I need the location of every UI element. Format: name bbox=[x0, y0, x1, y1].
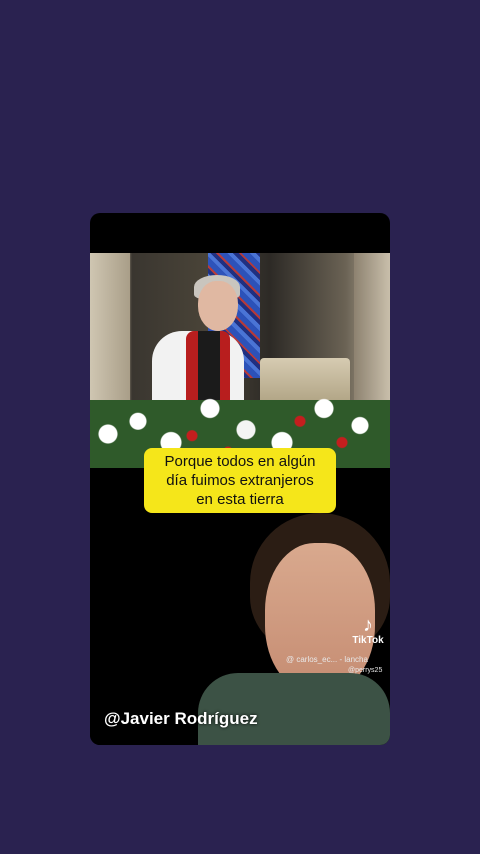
caption-line-2: día fuimos extranjeros bbox=[166, 472, 314, 489]
tiktok-brand: TikTok bbox=[352, 635, 384, 646]
caption-box: Porque todos en algún día fuimos extranj… bbox=[144, 448, 336, 513]
caption-line-3: en esta tierra bbox=[196, 491, 284, 508]
top-video-frame bbox=[90, 253, 390, 468]
watermark-handle: @ carlos_ec... - lancha bbox=[286, 655, 368, 664]
watermark-handle-secondary: @perrys25 bbox=[348, 667, 383, 674]
tiktok-icon: ♪ bbox=[363, 614, 373, 636]
page-background: { "caption": { "line1": "Porque todos en… bbox=[0, 0, 480, 854]
caption-line-1: Porque todos en algún bbox=[164, 453, 316, 470]
speaker-face bbox=[198, 281, 238, 331]
creator-handle[interactable]: @Javier Rodríguez bbox=[104, 709, 258, 729]
video-card[interactable]: Porque todos en algún día fuimos extranj… bbox=[90, 213, 390, 745]
tiktok-watermark: ♪ TikTok bbox=[346, 615, 390, 646]
